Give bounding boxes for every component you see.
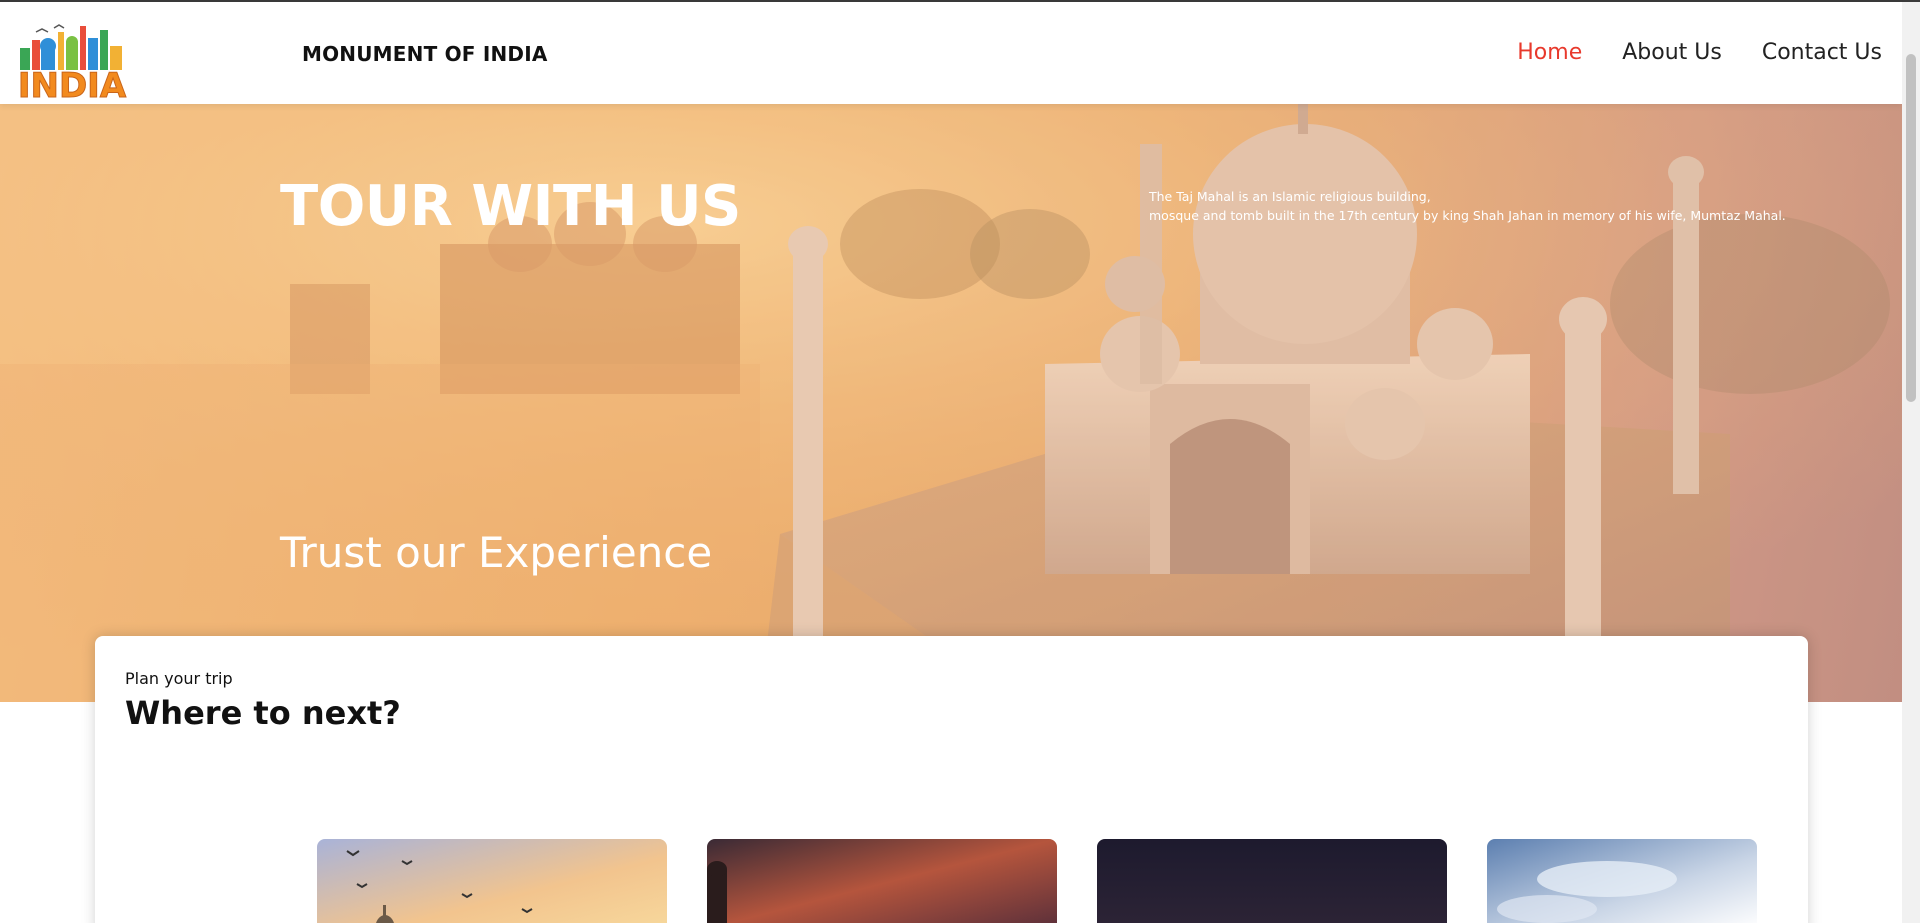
destination-card-2[interactable] (707, 839, 1057, 923)
plan-kicker: Plan your trip (125, 669, 233, 688)
hero-title: TOUR WITH US (280, 174, 741, 239)
destination-image-3 (1097, 839, 1447, 923)
nav-about-link[interactable]: About Us (1622, 40, 1722, 65)
destination-image-2 (707, 839, 1057, 923)
navbar: INDIA MONUMENT OF INDIA Home About Us Co… (0, 2, 1902, 107)
hero-section: TOUR WITH US The Taj Mahal is an Islamic… (0, 104, 1902, 702)
nav-contact-link[interactable]: Contact Us (1762, 40, 1882, 65)
hero-description-line-1: The Taj Mahal is an Islamic religious bu… (1149, 189, 1431, 204)
india-logo[interactable]: INDIA (16, 18, 128, 107)
page-scrollbar[interactable] (1902, 2, 1920, 923)
plan-title: Where to next? (125, 694, 401, 732)
scrollbar-thumb[interactable] (1906, 54, 1916, 402)
site-brand-title[interactable]: MONUMENT OF INDIA (302, 42, 548, 66)
destination-card-1[interactable] (317, 839, 667, 923)
nav-home-link[interactable]: Home (1517, 40, 1582, 65)
destination-card-4[interactable] (1487, 839, 1757, 923)
hero-description-line-2: mosque and tomb built in the 17th centur… (1149, 208, 1786, 223)
destination-card-3[interactable] (1097, 839, 1447, 923)
main-nav: Home About Us Contact Us (1517, 40, 1882, 65)
hero-description: The Taj Mahal is an Islamic religious bu… (1149, 187, 1786, 225)
destination-image-4 (1487, 839, 1757, 923)
hero-subtitle: Trust our Experience (280, 528, 713, 577)
destination-image-1 (317, 839, 667, 923)
logo-text: INDIA (18, 66, 127, 100)
plan-trip-card: Plan your trip Where to next? (95, 636, 1808, 923)
